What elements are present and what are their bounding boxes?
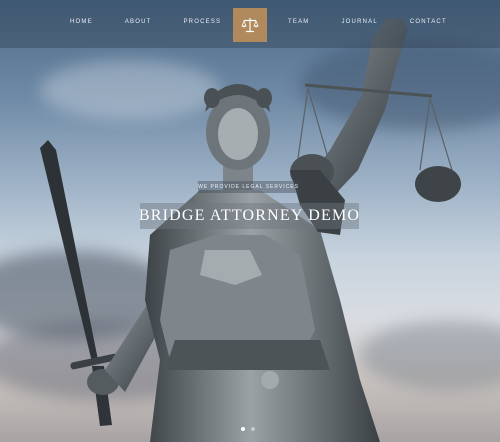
nav-link-team[interactable]: TEAM — [288, 19, 309, 25]
scales-of-justice-icon — [241, 18, 259, 33]
hero-slider: HOME ABOUT PROCESS TEAM JOURNAL CONTACT … — [0, 0, 500, 442]
nav-link-journal[interactable]: JOURNAL — [341, 19, 377, 25]
nav-link-contact[interactable]: CONTACT — [410, 19, 447, 25]
nav-link-about[interactable]: ABOUT — [125, 19, 152, 25]
nav-right: TEAM JOURNAL CONTACT — [288, 19, 479, 25]
nav-link-home[interactable]: HOME — [70, 19, 93, 25]
hero-title: BRIDGE ATTORNEY DEMO — [139, 203, 359, 229]
slider-dot-2[interactable] — [251, 427, 255, 431]
nav-link-process[interactable]: PROCESS — [183, 19, 221, 25]
slider-pagination — [241, 427, 255, 431]
nav-left: HOME ABOUT PROCESS — [70, 19, 253, 25]
hero-tagline: WE PROVIDE LEGAL SERVICES — [198, 181, 299, 193]
slider-dot-1[interactable] — [241, 427, 245, 431]
site-logo[interactable] — [233, 8, 267, 42]
navigation-bar: HOME ABOUT PROCESS TEAM JOURNAL CONTACT — [0, 0, 500, 48]
